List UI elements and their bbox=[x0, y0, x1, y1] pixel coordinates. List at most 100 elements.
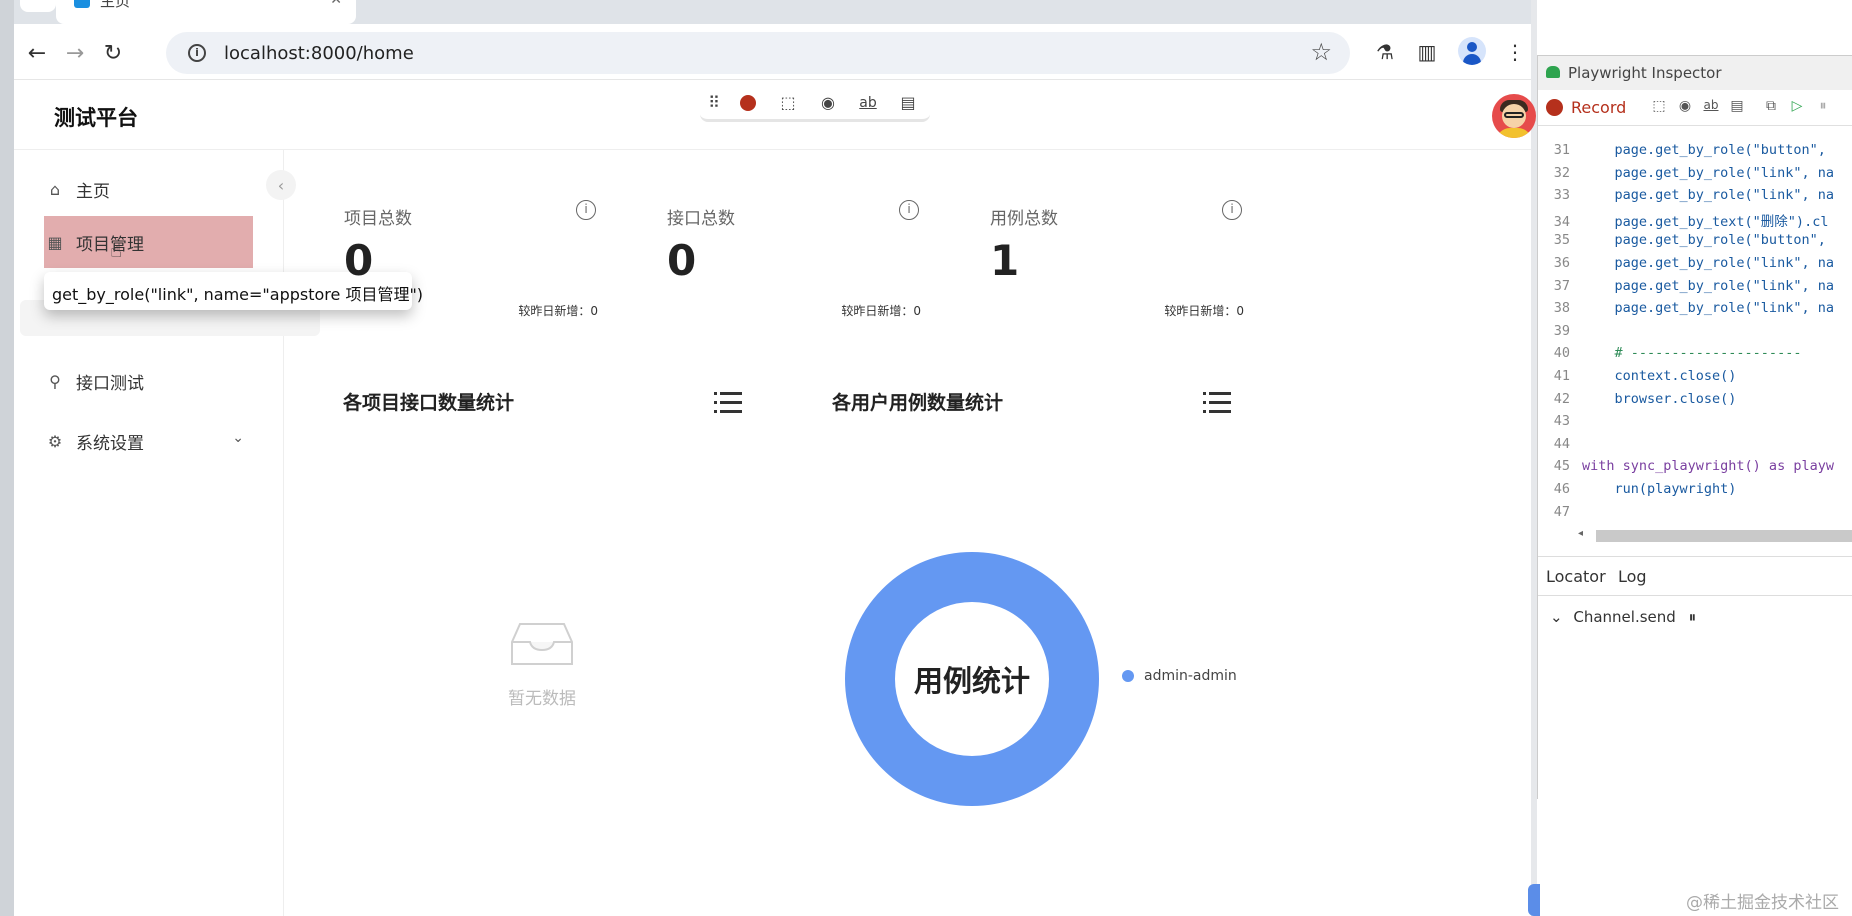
forward-button[interactable]: → bbox=[58, 36, 92, 70]
line-number: 40 bbox=[1553, 345, 1570, 362]
scroll-left-icon[interactable]: ◂ bbox=[1578, 528, 1583, 539]
list-menu-icon[interactable] bbox=[1203, 390, 1231, 414]
sidebar-item-settings[interactable]: ⚙ 系统设置 ⌄ bbox=[44, 420, 264, 462]
address-bar[interactable]: i localhost:8000/home ☆ bbox=[166, 32, 1350, 74]
home-icon: ⌂ bbox=[49, 179, 61, 199]
collapse-sidebar-button[interactable]: ‹ bbox=[266, 170, 296, 200]
code-line: 37 page.get_by_role("link", na bbox=[1538, 278, 1852, 300]
assert-value-icon[interactable]: ▤ bbox=[888, 88, 928, 118]
inspector-code-view[interactable]: 31 page.get_by_role("button", 32 page.get… bbox=[1538, 142, 1852, 526]
code-line: 45 with sync_playwright() as playw bbox=[1538, 458, 1852, 480]
code-line: 32 page.get_by_role("link", na bbox=[1538, 165, 1852, 187]
sidebar-item-api-test[interactable]: ⚲ 接口测试 bbox=[44, 360, 264, 402]
tab-log[interactable]: Log bbox=[1618, 567, 1647, 586]
assert-text-icon[interactable]: ab bbox=[1700, 98, 1722, 120]
playwright-inspector: Playwright Inspector Record ⬚ ◉ ab ▤ ⧉ ▷… bbox=[1537, 55, 1852, 799]
line-number: 39 bbox=[1553, 322, 1570, 339]
empty-inbox-icon bbox=[511, 623, 573, 665]
watermark: @稀土掘金技术社区 bbox=[1686, 893, 1839, 913]
info-icon[interactable]: i bbox=[899, 200, 919, 220]
inspector-record-button[interactable]: Record bbox=[1546, 98, 1626, 117]
code-text: page.get_by_role("link", na bbox=[1582, 164, 1834, 181]
code-line: 31 page.get_by_role("button", bbox=[1538, 142, 1852, 164]
stat-value: 0 bbox=[344, 236, 374, 285]
chart-legend[interactable]: admin-admin bbox=[1122, 668, 1237, 684]
record-dot-icon bbox=[740, 94, 756, 111]
code-text: page.get_by_role("link", na bbox=[1582, 300, 1834, 317]
browser-menu-icon[interactable]: ⋮ bbox=[1500, 37, 1530, 67]
tab-locator[interactable]: Locator bbox=[1546, 567, 1606, 586]
code-text: # --------------------- bbox=[1582, 345, 1802, 362]
code-line: 43 bbox=[1538, 413, 1852, 435]
copy-icon[interactable]: ⧉ bbox=[1760, 98, 1782, 120]
side-panel-icon[interactable]: ▥ bbox=[1412, 37, 1442, 67]
case-stats-chart: 用例统计 bbox=[845, 552, 1099, 806]
code-text: page.get_by_text("删除").cl bbox=[1582, 213, 1829, 230]
section-title-project-apis: 各项目接口数量统计 bbox=[343, 392, 515, 414]
line-number: 42 bbox=[1553, 390, 1570, 407]
bookmark-star-icon[interactable]: ☆ bbox=[1310, 38, 1332, 66]
profile-avatar-icon[interactable] bbox=[1458, 37, 1486, 65]
log-entry[interactable]: ⌄ Channel.send ⏸ bbox=[1550, 608, 1696, 626]
code-line: 40 # --------------------- bbox=[1538, 345, 1852, 367]
list-menu-icon[interactable] bbox=[714, 390, 742, 414]
info-icon[interactable]: i bbox=[576, 200, 596, 220]
stat-value: 0 bbox=[667, 236, 697, 285]
tab-close-icon[interactable]: ✕ bbox=[330, 0, 342, 8]
stat-delta: 较昨日新增：0 bbox=[518, 304, 598, 318]
desktop-background bbox=[0, 0, 14, 916]
code-line: 38 page.get_by_role("link", na bbox=[1538, 300, 1852, 322]
line-number: 47 bbox=[1553, 503, 1570, 520]
record-button[interactable] bbox=[728, 88, 768, 118]
stat-label: 项目总数 bbox=[344, 209, 412, 229]
inspector-titlebar: Playwright Inspector bbox=[1538, 56, 1852, 90]
line-number: 43 bbox=[1553, 413, 1570, 430]
sidebar-item-projects[interactable]: ▦ 项目管理 ☝ bbox=[44, 216, 253, 268]
sidebar-item-label: 接口测试 bbox=[76, 373, 144, 394]
pick-locator-icon[interactable]: ⬚ bbox=[1648, 98, 1670, 120]
chevron-down-icon: ⌄ bbox=[232, 430, 244, 446]
code-text: with sync_playwright() as playw bbox=[1582, 458, 1834, 475]
code-line: 42 browser.close() bbox=[1538, 391, 1852, 413]
code-text: page.get_by_role("link", na bbox=[1582, 187, 1834, 204]
line-number: 41 bbox=[1553, 368, 1570, 384]
reload-button[interactable]: ↻ bbox=[96, 36, 130, 70]
tab-favicon-icon bbox=[74, 0, 90, 8]
horizontal-scrollbar[interactable] bbox=[1596, 530, 1852, 542]
browser-tab-active[interactable]: 主页 ✕ bbox=[56, 0, 356, 24]
code-line: 34 page.get_by_text("删除").cl bbox=[1538, 210, 1852, 232]
sidebar-item-home[interactable]: ⌂ 主页 bbox=[44, 168, 264, 210]
info-icon[interactable]: i bbox=[1222, 200, 1242, 220]
drag-handle-icon[interactable]: ⠿ bbox=[700, 88, 728, 118]
code-text: run(playwright) bbox=[1582, 481, 1737, 497]
recorder-toolbar: ⠿ ⬚ ◉ ab ▤ bbox=[700, 86, 930, 122]
url-text[interactable]: localhost:8000/home bbox=[224, 43, 414, 64]
line-number: 36 bbox=[1553, 255, 1570, 271]
line-number: 38 bbox=[1553, 300, 1570, 317]
user-avatar[interactable] bbox=[1492, 94, 1536, 138]
resume-play-icon[interactable]: ▷ bbox=[1786, 98, 1808, 120]
inspector-title: Playwright Inspector bbox=[1568, 64, 1722, 82]
assert-visibility-icon[interactable]: ◉ bbox=[808, 88, 848, 118]
site-info-icon[interactable]: i bbox=[188, 44, 206, 62]
line-number: 44 bbox=[1553, 435, 1570, 452]
pause-icon[interactable]: ⏸ bbox=[1812, 98, 1834, 120]
browser-tab-inactive[interactable] bbox=[20, 0, 56, 12]
code-text: page.get_by_role("button", bbox=[1582, 142, 1826, 158]
record-label: Record bbox=[1571, 98, 1627, 117]
assert-text-icon[interactable]: ab bbox=[848, 88, 888, 118]
labs-flask-icon[interactable]: ⚗ bbox=[1370, 37, 1400, 67]
stat-delta: 较昨日新增：0 bbox=[841, 304, 921, 318]
code-line: 39 bbox=[1538, 323, 1852, 345]
legend-label: admin-admin bbox=[1144, 668, 1237, 684]
pick-locator-icon[interactable]: ⬚ bbox=[768, 88, 808, 118]
back-button[interactable]: ← bbox=[20, 36, 54, 70]
assert-visibility-icon[interactable]: ◉ bbox=[1674, 98, 1696, 120]
chart-title: 用例统计 bbox=[913, 664, 1030, 698]
assert-value-icon[interactable]: ▤ bbox=[1726, 98, 1748, 120]
code-text: page.get_by_role("link", na bbox=[1582, 277, 1834, 294]
code-line: 47 bbox=[1538, 504, 1852, 526]
api-icon: ⚲ bbox=[49, 371, 61, 391]
stat-card-projects: 项目总数 i 0 较昨日新增：0 bbox=[314, 190, 614, 340]
line-number: 37 bbox=[1553, 277, 1570, 294]
